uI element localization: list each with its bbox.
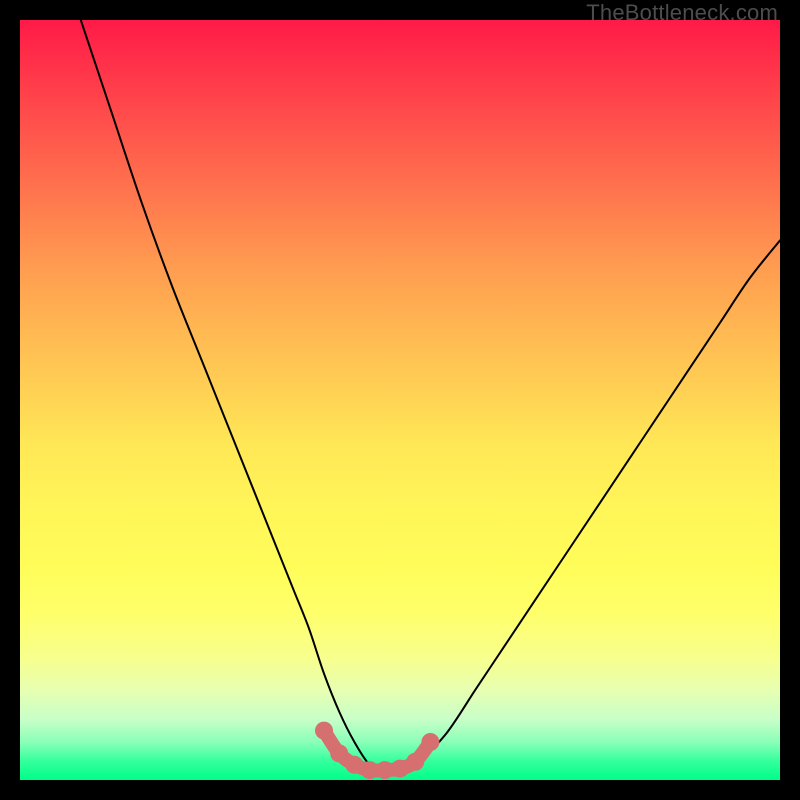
optimal-zone — [315, 722, 439, 780]
optimal-zone-dot — [406, 753, 424, 771]
chart-frame: TheBottleneck.com — [0, 0, 800, 800]
chart-plot-area — [20, 20, 780, 780]
bottleneck-curve — [81, 20, 780, 773]
optimal-zone-dot — [315, 722, 333, 740]
watermark-text: TheBottleneck.com — [586, 0, 778, 26]
optimal-zone-dot — [376, 761, 394, 779]
optimal-zone-dot — [330, 744, 348, 762]
chart-svg — [20, 20, 780, 780]
optimal-zone-dot — [421, 733, 439, 751]
